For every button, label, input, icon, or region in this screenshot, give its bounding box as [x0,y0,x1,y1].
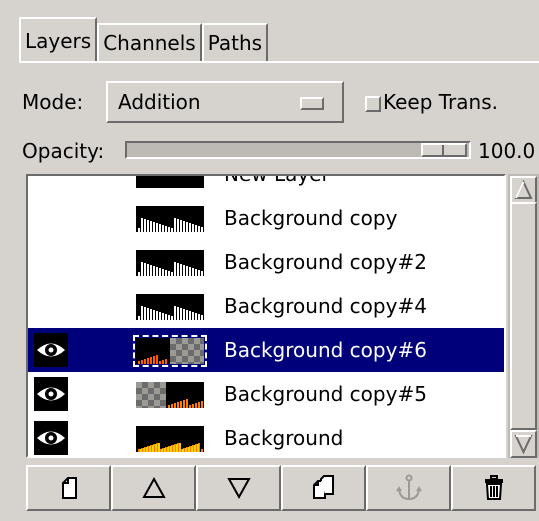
eye-icon[interactable] [34,421,68,455]
scroll-up-icon [514,179,533,199]
eye-icon[interactable] [34,377,68,411]
raise-layer-button[interactable] [111,465,196,511]
mode-value: Addition [118,90,201,114]
layer-row[interactable]: Background copy [28,196,504,240]
visibility-toggle[interactable] [34,176,68,191]
layer-name[interactable]: Background copy#6 [224,328,427,372]
triangle-down-icon [226,478,251,500]
tab-panel-border [19,61,539,63]
scroll-up-button[interactable] [510,176,537,204]
layer-thumbnail [136,206,204,232]
visibility-toggle[interactable] [34,245,68,279]
layer-rows: New Layer Background copy Background copy#… [28,176,504,456]
layer-row[interactable]: Background copy#5 [28,372,504,416]
visibility-toggle[interactable] [34,201,68,235]
layer-thumbnail [133,335,207,367]
layer-name[interactable]: New Layer [224,176,330,196]
duplicate-layer-button[interactable] [281,465,366,511]
layer-row[interactable]: Background copy#6 [28,328,504,372]
layer-row[interactable]: Background copy#2 [28,240,504,284]
layer-list-scrollbar[interactable] [508,174,539,458]
layer-name[interactable]: Background copy#2 [224,240,427,284]
mode-option-menu[interactable]: Addition [106,81,344,123]
opacity-slider-handle[interactable] [421,143,467,157]
layer-name[interactable]: Background copy#5 [224,372,427,416]
layer-thumbnail [136,382,204,408]
visibility-toggle[interactable] [34,289,68,323]
tab-channels[interactable]: Channels [97,23,202,61]
dialog-tabs: Layers Channels Paths [19,17,269,61]
keep-trans-checkbox[interactable] [365,96,381,112]
duplicate-icon [312,475,334,499]
layer-name[interactable]: Background [224,416,343,456]
lower-layer-button[interactable] [196,465,281,511]
triangle-up-icon [141,476,166,498]
layer-button-bar [26,465,536,511]
layer-row[interactable]: Background [28,416,504,456]
anchor-layer-button[interactable] [366,465,451,511]
delete-layer-button[interactable] [451,465,536,511]
layer-thumbnail [136,294,204,320]
new-page-icon [61,477,77,499]
option-menu-indicator-icon [300,97,324,110]
layer-row[interactable]: Background copy#4 [28,284,504,328]
mode-label: Mode: [22,90,84,114]
opacity-slider[interactable] [125,141,471,159]
tab-layers[interactable]: Layers [19,17,98,61]
layer-thumbnail [136,426,204,452]
tab-paths[interactable]: Paths [201,23,269,61]
scroll-down-button[interactable] [510,430,537,458]
eye-icon[interactable] [34,333,68,367]
opacity-value: 100.0 [478,139,536,163]
layer-name[interactable]: Background copy [224,196,397,240]
trash-icon [484,475,503,500]
anchor-icon [395,474,422,501]
opacity-label: Opacity: [22,139,105,163]
layer-thumbnail [136,176,204,188]
keep-trans-label[interactable]: Keep Trans. [383,84,498,120]
scroll-thumb[interactable] [510,202,537,430]
layer-thumbnail [136,250,204,276]
layer-row[interactable]: New Layer [28,176,504,196]
new-layer-button[interactable] [26,465,111,511]
layer-list[interactable]: New Layer Background copy Background copy#… [26,174,506,458]
layer-name[interactable]: Background copy#4 [224,284,427,328]
scroll-down-icon [514,435,533,455]
